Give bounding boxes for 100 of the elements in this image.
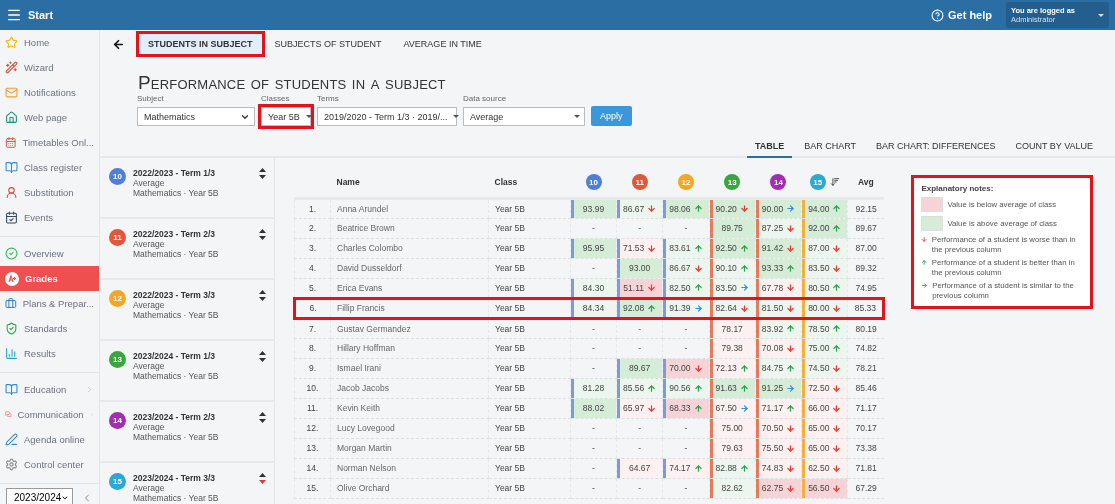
help-icon[interactable]	[931, 8, 944, 22]
sort-icon[interactable]	[259, 473, 266, 484]
sidebar-item[interactable]: Plans & Prepar...	[0, 291, 99, 316]
view-tab[interactable]: TABLE	[746, 136, 793, 158]
sort-icon[interactable]	[259, 168, 266, 179]
row-number: 12.	[294, 418, 331, 438]
table-cell: 65.00	[801, 438, 848, 458]
select-field[interactable]: Year 5B	[261, 107, 311, 126]
table-cell: -	[616, 418, 663, 438]
menu-icon[interactable]	[6, 7, 22, 23]
table-cell: 94.00	[801, 198, 848, 218]
term-badge[interactable]: 14	[770, 174, 787, 191]
term-card[interactable]: 12 2022/2023 - Term 3/3 Average Mathematics · Year 5B	[100, 280, 274, 341]
table-cell: 81.28	[570, 378, 617, 398]
help-link[interactable]: Get help	[948, 9, 992, 21]
sidebar-item[interactable]: Substitution	[0, 180, 99, 205]
table-cell: 82.88	[709, 458, 756, 478]
term-card[interactable]: 14 2023/2024 - Term 2/3 Average Mathematics · Year 5B	[100, 402, 274, 463]
sidebar-item[interactable]: Results	[0, 341, 99, 366]
term-badge[interactable]: 15	[809, 174, 826, 191]
sidebar-item[interactable]: Education	[0, 377, 99, 402]
term-title: 2023/2024 - Term 2/3	[133, 412, 217, 422]
sidebar-item[interactable]: Events	[0, 205, 99, 230]
term-badge[interactable]: 10	[585, 174, 602, 191]
table-cell: 64.67	[616, 458, 663, 478]
student-name: David Dusseldorf	[330, 258, 489, 278]
table-cell: Year 5B	[488, 318, 571, 338]
term-badge[interactable]: 13	[724, 174, 741, 191]
table-cell: 75.50	[755, 438, 802, 458]
sidebar-item[interactable]: Notifications	[0, 80, 99, 105]
table-cell: 89.67	[616, 358, 663, 378]
year-select[interactable]: 2023/2024	[6, 488, 73, 504]
sidebar-item[interactable]: Control center	[0, 452, 99, 477]
field-label: Terms	[317, 94, 340, 103]
table-cell: Year 5B	[488, 438, 571, 458]
sidebar-item[interactable]: Class register	[0, 155, 99, 180]
table-cell: -	[570, 218, 617, 238]
person-icon	[5, 186, 18, 199]
sidebar-item[interactable]: Home	[0, 30, 99, 55]
row-number: 5.	[294, 278, 331, 298]
student-name: Kevin Keith	[330, 398, 489, 418]
term-badge: 11	[109, 229, 126, 246]
table-cell: 62.75	[755, 478, 802, 498]
sidebar-item[interactable]: Overview	[0, 241, 99, 266]
term-badge[interactable]: 11	[631, 174, 648, 191]
sidebar-item[interactable]: Agenda online	[0, 427, 99, 452]
table-cell: 75.00	[709, 418, 756, 438]
term-card[interactable]: 11 2022/2023 - Term 2/3 Average Mathematics · Year 5B	[100, 219, 274, 280]
table-cell: 93.99	[570, 198, 617, 218]
row-number: 7.	[294, 318, 331, 338]
sidebar-item[interactable]: Wizard	[0, 55, 99, 80]
term-card[interactable]: 10 2022/2023 - Term 1/3 Average Mathematics · Year 5B	[100, 158, 274, 219]
nav-tab[interactable]: STUDENTS IN SUBJECT	[139, 34, 262, 54]
table-cell: 98.06	[662, 198, 710, 218]
sidebar-item[interactable]: Web page	[0, 105, 99, 130]
term-badge: 10	[109, 168, 126, 185]
sort-icon[interactable]	[259, 412, 266, 423]
table-cell: 67.50	[709, 398, 756, 418]
table-cell: -	[570, 478, 617, 498]
sort-icon[interactable]	[259, 351, 266, 362]
table-cell: 79.63	[709, 438, 756, 458]
student-name: Erica Evans	[330, 278, 489, 298]
term-source: Average	[133, 178, 166, 188]
view-tab[interactable]: BAR CHART	[796, 136, 865, 158]
sidebar-item[interactable]: Communication	[0, 402, 99, 427]
star-icon	[5, 36, 18, 49]
row-number: 8.	[294, 338, 331, 358]
nav-tab[interactable]: AVERAGE IN TIME	[394, 34, 491, 54]
apply-button[interactable]: Apply	[591, 106, 632, 126]
term-subject: Mathematics · Year 5B	[133, 310, 220, 320]
back-icon[interactable]	[112, 37, 125, 51]
sidebar-item[interactable]: Grades	[0, 266, 99, 291]
row-number: 13.	[294, 438, 331, 458]
column-header: Name	[330, 168, 489, 198]
view-tab[interactable]: BAR CHART: DIFFERENCES	[868, 136, 1004, 158]
term-card[interactable]: 13 2023/2024 - Term 1/3 Average Mathematics · Year 5B	[100, 341, 274, 402]
table-cell: 82.62	[709, 478, 756, 498]
table-cell: 89.67	[847, 218, 884, 238]
field-label: Classes	[261, 94, 291, 103]
caret-icon	[453, 115, 460, 118]
table-cell: 86.67	[662, 258, 710, 278]
view-tab[interactable]: COUNT BY VALUE	[1007, 136, 1101, 158]
table-cell: 65.00	[801, 418, 848, 438]
table-cell: 78.50	[801, 318, 848, 338]
sort-icon[interactable]	[259, 229, 266, 240]
check-circle-icon	[5, 247, 18, 260]
row-number: 15.	[294, 478, 331, 498]
sort-icon[interactable]	[259, 290, 266, 301]
term-title: 2022/2023 - Term 1/3	[133, 168, 217, 178]
table-cell: 62.50	[801, 458, 848, 478]
term-card[interactable]: 15 2023/2024 - Term 3/3 Average Mathematics · Year 5B	[100, 463, 274, 504]
sidebar-item[interactable]: Timetables Onl...	[0, 130, 99, 155]
select-field[interactable]: 2019/2020 - Term 1/3 · 2019/...	[317, 107, 457, 126]
table-cell: 83.92	[755, 318, 802, 338]
term-badge: 14	[109, 412, 126, 429]
select-field[interactable]: Mathematics	[137, 107, 255, 126]
nav-tab[interactable]: SUBJECTS OF STUDENT	[265, 34, 391, 54]
select-field[interactable]: Average	[463, 107, 585, 126]
sidebar-item[interactable]: Standards	[0, 316, 99, 341]
table-cell: Year 5B	[488, 478, 571, 498]
